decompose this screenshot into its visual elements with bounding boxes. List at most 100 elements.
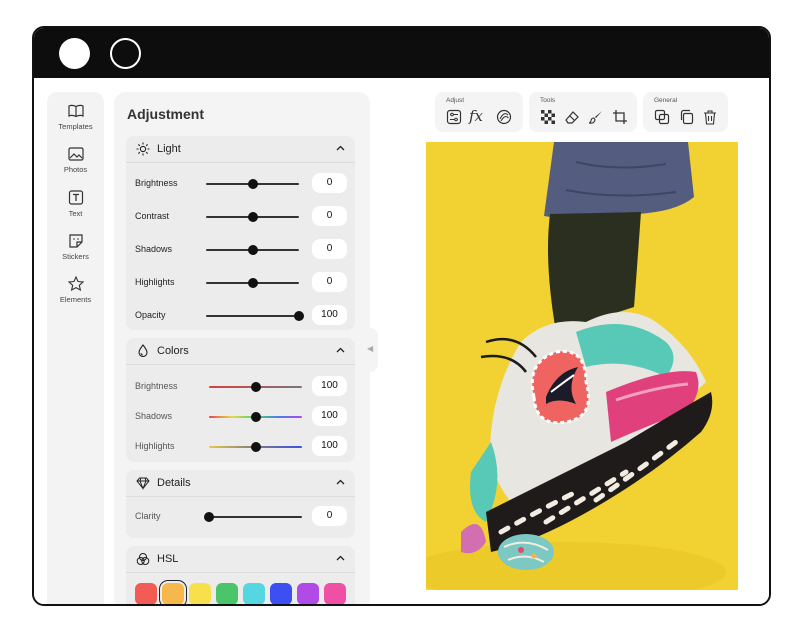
layers-icon[interactable] xyxy=(654,109,670,125)
panel-title: Adjustment xyxy=(127,106,204,122)
slider-handle[interactable] xyxy=(204,512,214,522)
hsl-section-title: HSL xyxy=(157,553,179,565)
filter-icon[interactable] xyxy=(496,109,512,125)
light-section-title: Light xyxy=(157,143,181,155)
chevron-up-icon[interactable] xyxy=(335,477,346,488)
slider-row: Brightness 100 xyxy=(126,376,355,398)
image-icon xyxy=(67,147,84,161)
slider-label: Brightness xyxy=(135,381,178,391)
tools-tool-group: Tools xyxy=(529,92,637,132)
sun-icon xyxy=(136,142,150,156)
slider-value-input[interactable]: 100 xyxy=(312,406,347,426)
hsl-section: HSL xyxy=(126,546,355,604)
slider-value-input[interactable]: 0 xyxy=(312,206,347,226)
slider-handle[interactable] xyxy=(250,442,261,452)
drop-icon xyxy=(138,344,148,358)
hsl-section-header[interactable]: HSL xyxy=(126,546,355,573)
slider-row: Shadows 0 xyxy=(126,239,355,261)
sidebar-item-templates[interactable]: Templates xyxy=(47,104,104,131)
chevron-up-icon[interactable] xyxy=(335,345,346,356)
star-icon xyxy=(67,276,84,291)
slider-label: Brightness xyxy=(135,178,178,188)
slider-row: Highlights 0 xyxy=(126,272,355,294)
crop-icon[interactable] xyxy=(612,109,628,125)
trash-icon[interactable] xyxy=(702,109,718,125)
hsl-color-swatch[interactable] xyxy=(324,583,346,604)
slider-track[interactable] xyxy=(209,516,302,518)
hsl-color-swatch[interactable] xyxy=(135,583,157,604)
hsl-color-swatch[interactable] xyxy=(216,583,238,604)
sidebar-item-label: Photos xyxy=(63,165,88,174)
sidebar-item-label: Templates xyxy=(58,122,93,131)
slider-label: Clarity xyxy=(135,511,161,521)
sidebar-item-elements[interactable]: Elements xyxy=(47,276,104,304)
slider-handle[interactable] xyxy=(250,382,261,392)
canvas-photo[interactable] xyxy=(426,142,738,590)
slider-handle[interactable] xyxy=(294,311,304,321)
hsl-color-swatch[interactable] xyxy=(270,583,292,604)
duplicate-icon[interactable] xyxy=(678,109,694,125)
colors-section-title: Colors xyxy=(157,345,189,357)
slider-handle[interactable] xyxy=(247,278,258,288)
slider-value-input[interactable]: 0 xyxy=(312,173,347,193)
tools-group-label: Tools xyxy=(540,97,556,104)
light-section-header[interactable]: Light xyxy=(126,136,355,163)
fx-icon[interactable]: fx xyxy=(469,107,483,125)
chevron-left-icon: ◀ xyxy=(367,344,374,353)
slider-handle[interactable] xyxy=(247,212,258,222)
slider-row: Brightness 0 xyxy=(126,173,355,195)
slider-value-input[interactable]: 0 xyxy=(312,239,347,259)
slider-row: Opacity 100 xyxy=(126,305,355,327)
left-sidebar: Templates Photos Text Stickers Elements xyxy=(47,92,104,604)
sidebar-item-label: Text xyxy=(68,209,83,218)
slider-value-input[interactable]: 100 xyxy=(312,376,347,396)
title-bar xyxy=(34,28,769,78)
chevron-up-icon[interactable] xyxy=(335,143,346,154)
sneaker-photo xyxy=(426,142,738,590)
slider-track[interactable] xyxy=(206,315,299,317)
text-icon xyxy=(68,190,83,205)
colors-section-header[interactable]: Colors xyxy=(126,338,355,365)
details-section-header[interactable]: Details xyxy=(126,470,355,497)
adjustment-panel: Adjustment Light Brightness 0 Contrast 0 Sha… xyxy=(114,92,370,604)
chevron-up-icon[interactable] xyxy=(335,553,346,564)
transparency-icon[interactable] xyxy=(540,109,556,125)
window-dot-outline[interactable] xyxy=(110,38,141,69)
slider-label: Opacity xyxy=(135,310,166,320)
window-dot-filled[interactable] xyxy=(59,38,90,69)
slider-handle[interactable] xyxy=(247,245,258,255)
slider-label: Contrast xyxy=(135,211,170,221)
slider-value-input[interactable]: 0 xyxy=(312,506,347,526)
slider-value-input[interactable]: 100 xyxy=(312,305,347,325)
sidebar-item-text[interactable]: Text xyxy=(47,190,104,218)
color-circles-icon xyxy=(136,553,150,565)
hsl-color-swatch[interactable] xyxy=(297,583,319,604)
general-group-label: General xyxy=(654,97,678,104)
slider-value-input[interactable]: 0 xyxy=(312,272,347,292)
details-section-title: Details xyxy=(157,477,191,489)
light-section: Light Brightness 0 Contrast 0 Shadows 0 Highli… xyxy=(126,136,355,330)
panel-collapse-handle[interactable]: ◀ xyxy=(364,328,378,372)
eraser-icon[interactable] xyxy=(564,109,580,125)
sticker-icon xyxy=(68,234,83,248)
sidebar-item-stickers[interactable]: Stickers xyxy=(47,233,104,261)
brush-icon[interactable] xyxy=(588,109,604,125)
adjust-sliders-icon[interactable] xyxy=(446,109,462,125)
hsl-color-swatch[interactable] xyxy=(162,583,184,604)
hsl-swatch-row xyxy=(135,583,350,604)
slider-row: Contrast 0 xyxy=(126,206,355,228)
slider-row: Highlights 100 xyxy=(126,436,355,458)
sidebar-item-label: Elements xyxy=(59,295,92,304)
slider-handle[interactable] xyxy=(250,412,261,422)
diamond-icon xyxy=(136,477,150,490)
slider-label: Highlights xyxy=(135,441,175,451)
details-section: Details Clarity 0 xyxy=(126,470,355,538)
slider-label: Shadows xyxy=(135,411,173,421)
adjust-group-label: Adjust xyxy=(446,97,465,104)
sidebar-item-photos[interactable]: Photos xyxy=(47,147,104,174)
slider-handle[interactable] xyxy=(247,179,258,189)
slider-value-input[interactable]: 100 xyxy=(312,436,347,456)
app-window: Templates Photos Text Stickers Elements … xyxy=(32,26,771,606)
hsl-color-swatch[interactable] xyxy=(243,583,265,604)
hsl-color-swatch[interactable] xyxy=(189,583,211,604)
